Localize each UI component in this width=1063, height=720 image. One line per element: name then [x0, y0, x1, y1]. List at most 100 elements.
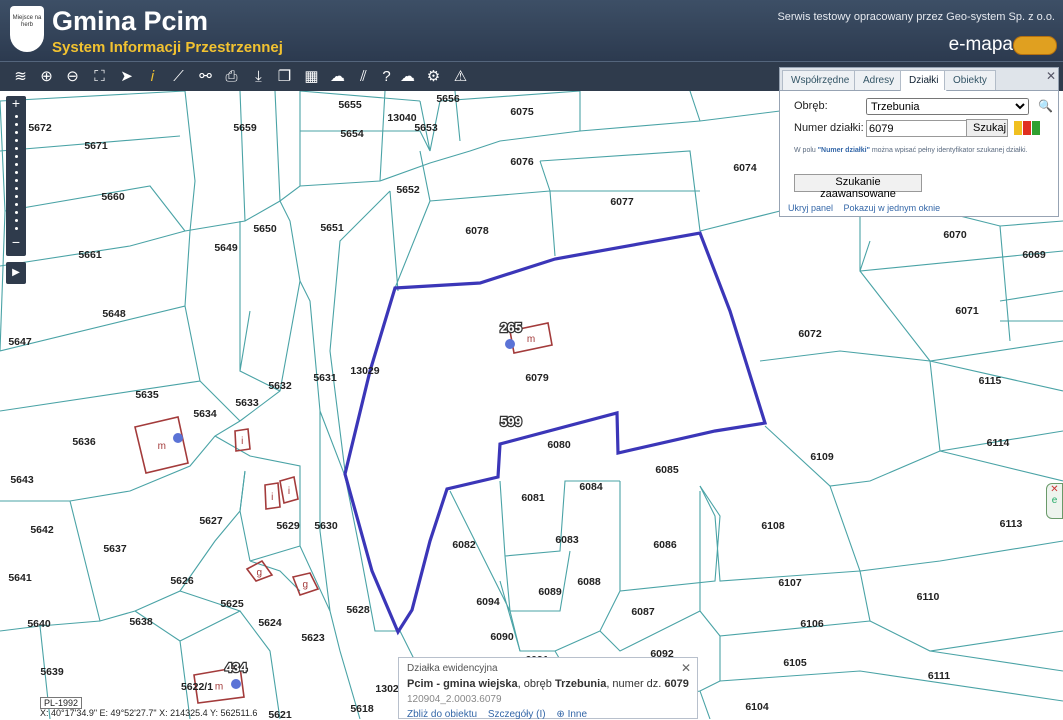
control-point-marker[interactable]: [173, 433, 183, 443]
parcel-label: 5640: [27, 618, 51, 630]
info-icon[interactable]: e: [1047, 495, 1062, 506]
parcel-label: 6111: [928, 670, 950, 682]
tab-wspolrzedne[interactable]: Współrzędne: [782, 70, 859, 90]
parcel-label: 5632: [268, 380, 292, 392]
app-subtitle: System Informacji Przestrzennej: [52, 39, 283, 56]
expand-panel-button[interactable]: ▶: [6, 262, 26, 284]
close-icon[interactable]: ✕: [1047, 484, 1062, 495]
help-icon[interactable]: ?: [376, 66, 397, 87]
control-point-marker[interactable]: [231, 679, 241, 689]
parcel-boundary: [699, 350, 1063, 681]
search-icon[interactable]: 🔍: [1038, 99, 1053, 113]
numer-label: Numer działki:: [794, 122, 864, 134]
service-note: Serwis testowy opracowany przez Geo-syst…: [777, 11, 1055, 23]
download-icon[interactable]: ⤓: [248, 66, 269, 87]
print-icon[interactable]: ⎙: [221, 66, 242, 87]
zoom-level-tick[interactable]: [14, 163, 18, 166]
building-type-label: m: [215, 682, 223, 693]
other-link[interactable]: Inne: [568, 709, 587, 720]
zoom-in-button[interactable]: +: [6, 96, 26, 110]
zoom-level-tick[interactable]: [14, 123, 18, 126]
parcel-label: 5656: [436, 93, 460, 105]
hide-panel-link[interactable]: Ukryj panel: [788, 203, 833, 213]
zoom-level-tick[interactable]: [14, 115, 18, 118]
zoom-level-tick[interactable]: [14, 211, 18, 214]
tab-adresy[interactable]: Adresy: [854, 70, 904, 90]
zoom-extent-icon[interactable]: ⛶: [89, 66, 110, 87]
color-swatch-red[interactable]: [1023, 121, 1031, 135]
zoom-level-tick[interactable]: [14, 203, 18, 206]
obreb-select[interactable]: Trzebunia: [866, 98, 1029, 115]
link-icon[interactable]: ⚯: [195, 66, 216, 87]
zoom-out-icon[interactable]: ⊖: [62, 66, 83, 87]
zoom-level-tick[interactable]: [14, 139, 18, 142]
zoom-level-tick[interactable]: [14, 131, 18, 134]
parcel-label: 5660: [101, 191, 125, 203]
parcel-label: 6081: [521, 492, 545, 504]
control-point-label: 599: [500, 414, 522, 429]
zoom-in-icon[interactable]: ⊕: [36, 66, 57, 87]
parcel-number-input[interactable]: [866, 120, 967, 137]
parcel-label: 5638: [129, 616, 153, 628]
close-icon[interactable]: ✕: [1046, 69, 1056, 83]
parcel-label: 6085: [655, 464, 679, 476]
parcel-label: 6084: [579, 481, 603, 493]
side-tool-button[interactable]: ✕ e: [1046, 483, 1063, 519]
color-swatch-yellow[interactable]: [1014, 121, 1022, 135]
parcel-label: 6108: [761, 520, 785, 532]
plus-icon[interactable]: ⊕: [556, 709, 564, 720]
parcel-label: 6113: [1000, 518, 1023, 530]
control-point-marker[interactable]: [505, 339, 515, 349]
parcel-boundary: [0, 100, 301, 422]
parcel-label: 5649: [214, 242, 238, 254]
settings-icon[interactable]: ⚙: [423, 66, 444, 87]
layout-icon[interactable]: ▦: [301, 66, 322, 87]
advanced-search-button[interactable]: Szukanie zaawansowane: [794, 174, 922, 200]
cloud-icon[interactable]: ☁: [397, 66, 418, 87]
zoom-out-button[interactable]: −: [6, 235, 26, 249]
parcel-label: 5642: [30, 524, 54, 536]
zoom-level-tick[interactable]: [14, 195, 18, 198]
tab-obiekty[interactable]: Obiekty: [944, 70, 996, 90]
layers-icon[interactable]: ≋: [10, 66, 31, 87]
color-swatch-green[interactable]: [1032, 121, 1040, 135]
comment-icon[interactable]: ☁: [327, 66, 348, 87]
info-icon[interactable]: 𝑖: [142, 66, 163, 87]
coordinates-readout: X: 40°17'34.9" E: 49°52'27.7" X: 214325.…: [40, 708, 258, 718]
search-button[interactable]: Szukaj: [966, 119, 1008, 137]
parcel-label: 5653: [414, 122, 438, 134]
parcel-label: 5627: [199, 515, 223, 527]
search-panel: Współrzędne Adresy Działki Obiekty ✕ Obr…: [779, 67, 1059, 217]
zoom-slider[interactable]: + −: [6, 96, 26, 256]
app-title: Gmina Pcim: [52, 6, 209, 36]
zoom-level-tick[interactable]: [14, 179, 18, 182]
parcel-label: 5652: [396, 184, 420, 196]
building-type-label: g: [302, 580, 308, 591]
hatch-icon[interactable]: ⫽: [353, 66, 374, 87]
copy-icon[interactable]: ❐: [274, 66, 295, 87]
building-type-label: i: [288, 486, 290, 497]
tab-dzialki[interactable]: Działki: [900, 70, 948, 91]
close-icon[interactable]: ✕: [681, 661, 691, 675]
brand-name: e-mapa: [948, 34, 1013, 55]
measure-distance-icon[interactable]: ⟋: [168, 66, 189, 87]
pointer-icon[interactable]: ➤: [116, 66, 137, 87]
parcel-label: 6106: [800, 618, 824, 630]
zoom-level-tick[interactable]: [14, 219, 18, 222]
zoom-level-tick[interactable]: [14, 187, 18, 190]
zoom-level-tick[interactable]: [14, 147, 18, 150]
building-type-label: m: [527, 334, 535, 345]
zoom-level-tick[interactable]: [14, 155, 18, 158]
zoom-track[interactable]: [6, 115, 26, 230]
parcel-label: 5625: [220, 598, 244, 610]
parcel-boundary: [0, 110, 781, 267]
single-window-link[interactable]: Pokazuj w jednym oknie: [844, 203, 941, 213]
parcel-label: 5630: [314, 520, 338, 532]
search-tabs: Współrzędne Adresy Działki Obiekty ✕: [780, 68, 1058, 91]
details-link[interactable]: Szczegóły (I): [488, 709, 546, 720]
zoom-level-tick[interactable]: [14, 171, 18, 174]
zoom-level-tick[interactable]: [14, 227, 18, 230]
zoom-to-object-link[interactable]: Zbliż do obiektu: [407, 709, 477, 720]
parcel-label: 6107: [778, 577, 802, 589]
warning-icon[interactable]: ⚠: [450, 66, 471, 87]
